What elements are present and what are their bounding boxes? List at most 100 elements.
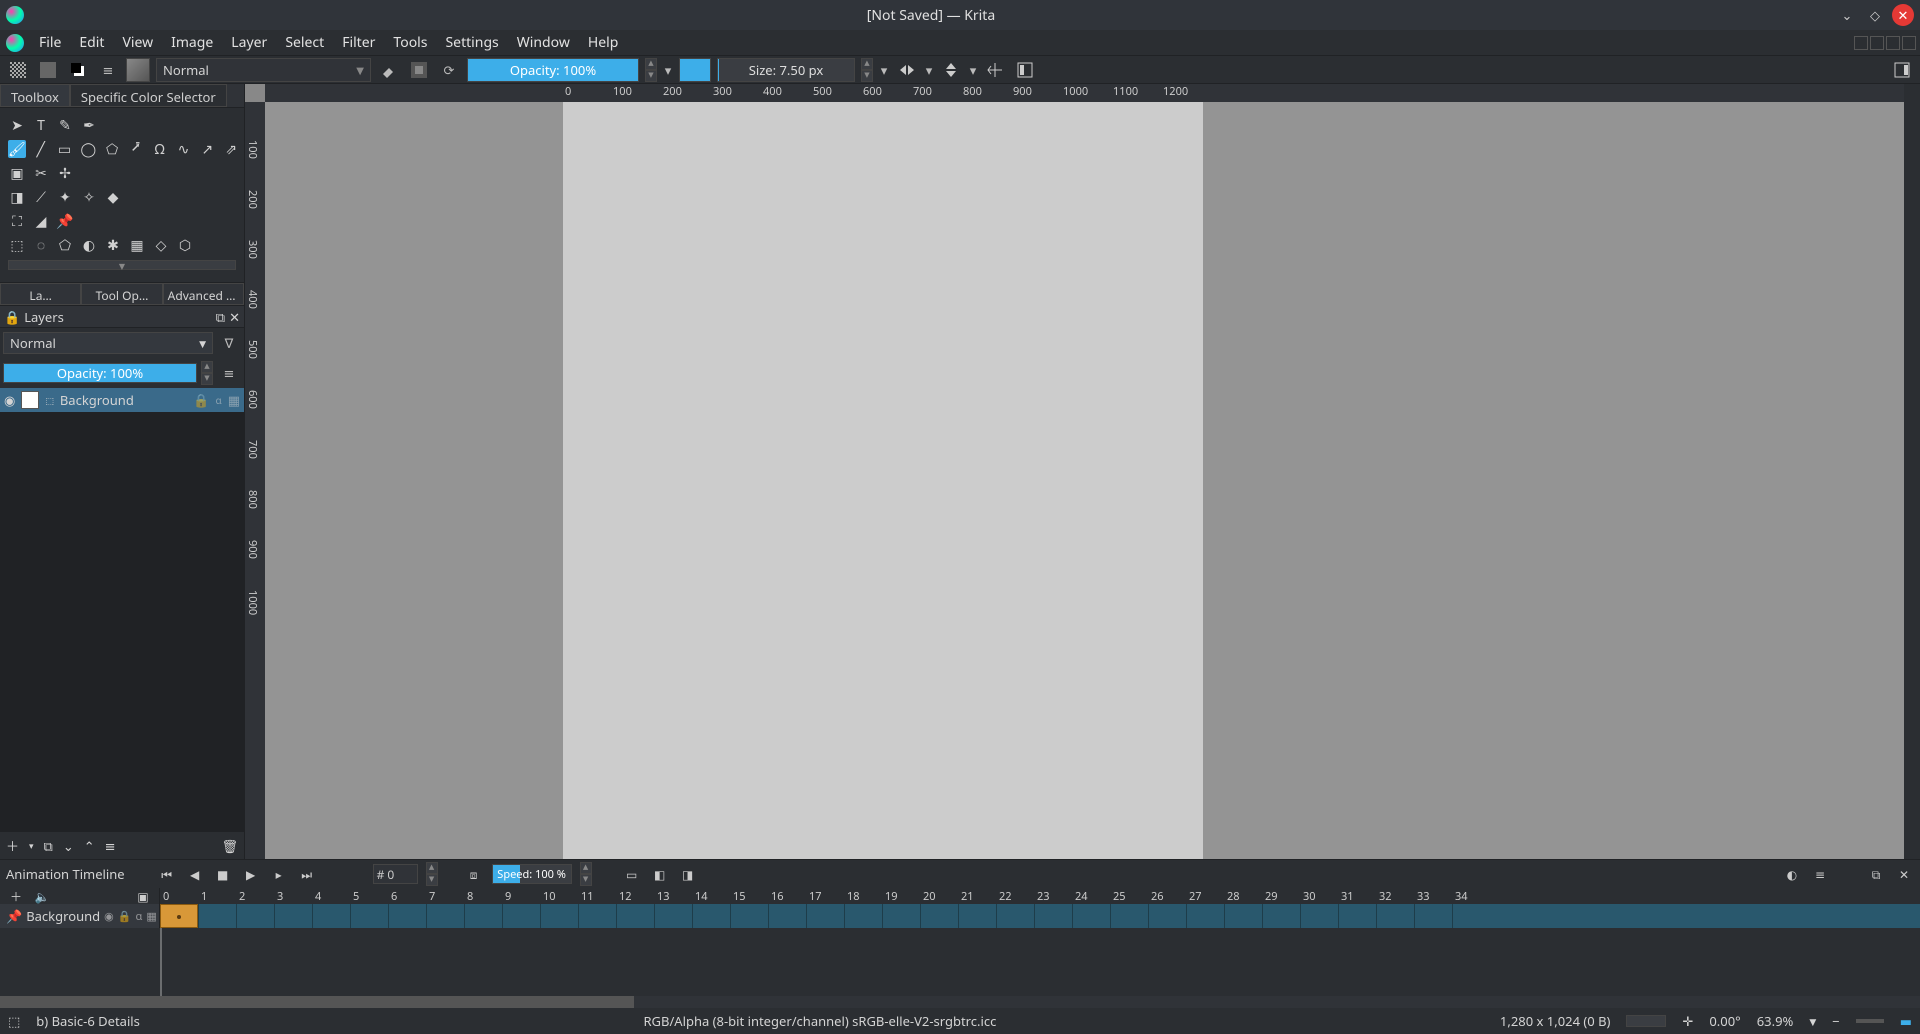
zoom-slider[interactable] — [1856, 1019, 1884, 1023]
play-button[interactable]: ▶ — [241, 864, 261, 884]
mirror-v-dropdown[interactable]: ▾ — [969, 58, 977, 82]
status-angle[interactable]: 0.00° — [1709, 1012, 1740, 1030]
frame-spin[interactable]: ▲▼ — [426, 862, 438, 886]
menu-image[interactable]: Image — [162, 33, 222, 52]
smart-fill-tool[interactable]: ✧ — [80, 188, 98, 206]
eraser-toggle-button[interactable] — [377, 58, 401, 82]
assistant-tool[interactable]: ⛶ — [8, 212, 26, 230]
first-frame-button[interactable]: ⏮ — [157, 864, 177, 884]
brush-preset-button[interactable] — [126, 58, 150, 82]
document-canvas[interactable] — [563, 102, 1203, 859]
frame-number-field[interactable]: # 0 — [373, 864, 418, 884]
move-tool[interactable]: ➤ — [8, 116, 26, 134]
filter-icon[interactable]: ∇ — [217, 331, 241, 355]
settings-button[interactable]: ≡ — [1810, 864, 1830, 884]
blend-mode-select[interactable]: Normal ▼ — [156, 58, 371, 82]
tab-tool-options[interactable]: Tool Op… — [81, 283, 162, 305]
prev-frame-button[interactable]: ◀ — [185, 864, 205, 884]
reference-tool[interactable]: 📌 — [56, 212, 74, 230]
menu-tools[interactable]: Tools — [384, 33, 436, 52]
size-dropdown[interactable]: ▾ — [879, 58, 889, 82]
mirror-h-button[interactable] — [895, 58, 919, 82]
rectangle-tool[interactable]: ▭ — [56, 140, 74, 158]
speed-slider[interactable]: Speed: 100 % — [492, 864, 572, 884]
workspace-layout-button[interactable] — [1890, 58, 1914, 82]
mirror-v-button[interactable] — [939, 58, 963, 82]
menu-select[interactable]: Select — [276, 33, 333, 52]
clip-end-button[interactable]: ◨ — [678, 864, 698, 884]
tab-specific-color[interactable]: Specific Color Selector — [70, 84, 227, 107]
menu-settings[interactable]: Settings — [436, 33, 507, 52]
foreground-color-swatch[interactable] — [679, 58, 711, 82]
similar-select-tool[interactable]: ▦ — [128, 236, 146, 254]
float-button[interactable]: ⧉ — [1866, 864, 1886, 884]
minimize-button[interactable]: ⌄ — [1836, 4, 1858, 26]
magnetic-select-tool[interactable]: ⬡ — [176, 236, 194, 254]
frame-track[interactable] — [160, 904, 1920, 928]
polygon-select-tool[interactable]: ⬠ — [56, 236, 74, 254]
onion-skin-button[interactable]: ▭ — [622, 864, 642, 884]
drop-frame-button[interactable]: ⧈ — [464, 864, 484, 884]
size-spin[interactable]: ▲▼ — [861, 58, 873, 82]
fgbg-button[interactable] — [66, 58, 90, 82]
timeline-track-header[interactable]: 📌 Background ◉ 🔒 α ▦ — [0, 904, 159, 928]
text-tool[interactable]: T — [32, 116, 50, 134]
toolbox-expander[interactable]: ▼ — [8, 260, 236, 270]
multi-brush-tool[interactable]: ⇗ — [222, 140, 240, 158]
wrap-button[interactable] — [983, 58, 1007, 82]
bezier-tool[interactable]: Ω — [151, 140, 169, 158]
workspace-button-1[interactable] — [1854, 36, 1868, 50]
visibility-icon[interactable]: ◉ — [104, 909, 114, 924]
pattern-tool[interactable]: ✦ — [56, 188, 74, 206]
frame-ruler[interactable]: 0123456789101112131415161718192021222324… — [160, 888, 1920, 904]
audio-track-button[interactable]: 🔈 — [32, 886, 52, 906]
last-frame-button[interactable]: ⏭ — [297, 864, 317, 884]
props-icon[interactable]: ▦ — [228, 391, 240, 409]
alpha-icon[interactable]: α — [215, 393, 221, 407]
zoom-button[interactable]: ▣ — [133, 886, 153, 906]
size-slider[interactable]: Size: 7.50 px — [717, 58, 855, 82]
freehand-select-tool[interactable]: ◐ — [80, 236, 98, 254]
opacity-slider[interactable]: Opacity: 100% — [467, 58, 639, 82]
opacity-dropdown[interactable]: ▾ — [663, 58, 673, 82]
menu-view[interactable]: View — [113, 33, 162, 52]
status-color-profile[interactable]: RGB/Alpha (8-bit integer/channel) sRGB-e… — [643, 1012, 996, 1030]
mirror-h-dropdown[interactable]: ▾ — [925, 58, 933, 82]
color-picker-tool[interactable]: ⟋ — [32, 188, 50, 206]
lock-icon[interactable]: 🔒 — [193, 391, 209, 409]
zoom-out-button[interactable]: − — [1832, 1012, 1839, 1030]
audio-button[interactable]: ◐ — [1782, 864, 1802, 884]
gradient-tool[interactable]: ◨ — [8, 188, 26, 206]
close-button[interactable]: ✕ — [1892, 4, 1914, 26]
zoom-in-button[interactable]: ▬ — [1900, 1012, 1912, 1030]
canvas-viewport[interactable] — [265, 102, 1904, 859]
measure-tool[interactable]: ◢ — [32, 212, 50, 230]
workspace-button-4[interactable] — [1902, 36, 1916, 50]
add-track-button[interactable]: ＋ — [6, 886, 26, 906]
pattern-button[interactable] — [36, 58, 60, 82]
brush-settings-button[interactable]: ≡ — [96, 58, 120, 82]
menu-help[interactable]: Help — [579, 33, 628, 52]
timeline-horizontal-scrollbar[interactable] — [0, 996, 1920, 1008]
dynamic-brush-tool[interactable]: ↗ — [198, 140, 216, 158]
layer-opacity-slider[interactable]: Opacity: 100% — [3, 363, 197, 383]
polyline-tool[interactable]: ⭷ — [127, 140, 145, 158]
polygon-tool[interactable]: ⬠ — [103, 140, 121, 158]
layer-menu-icon[interactable]: ≡ — [217, 361, 241, 385]
selection-icon[interactable]: ⬚ — [8, 1012, 20, 1030]
move-layer-tool[interactable]: ✢ — [56, 164, 74, 182]
move-down-button[interactable]: ⌄ — [63, 837, 74, 855]
layer-properties-button[interactable]: ≡ — [105, 837, 116, 855]
clip-start-button[interactable]: ◧ — [650, 864, 670, 884]
keyframe-0[interactable] — [160, 904, 198, 928]
menu-file[interactable]: File — [30, 33, 70, 52]
menu-edit[interactable]: Edit — [70, 33, 113, 52]
visibility-icon[interactable]: ◉ — [4, 391, 15, 409]
workspace-button-2[interactable] — [1870, 36, 1884, 50]
tab-advanced-color[interactable]: Advanced Color Sel… — [163, 283, 244, 305]
opacity-spin[interactable]: ▲▼ — [645, 58, 657, 82]
duplicate-layer-button[interactable]: ⧉ — [44, 837, 53, 855]
playhead[interactable] — [160, 928, 162, 996]
edit-shapes-tool[interactable]: ✎ — [56, 116, 74, 134]
gradient-button[interactable] — [6, 58, 30, 82]
